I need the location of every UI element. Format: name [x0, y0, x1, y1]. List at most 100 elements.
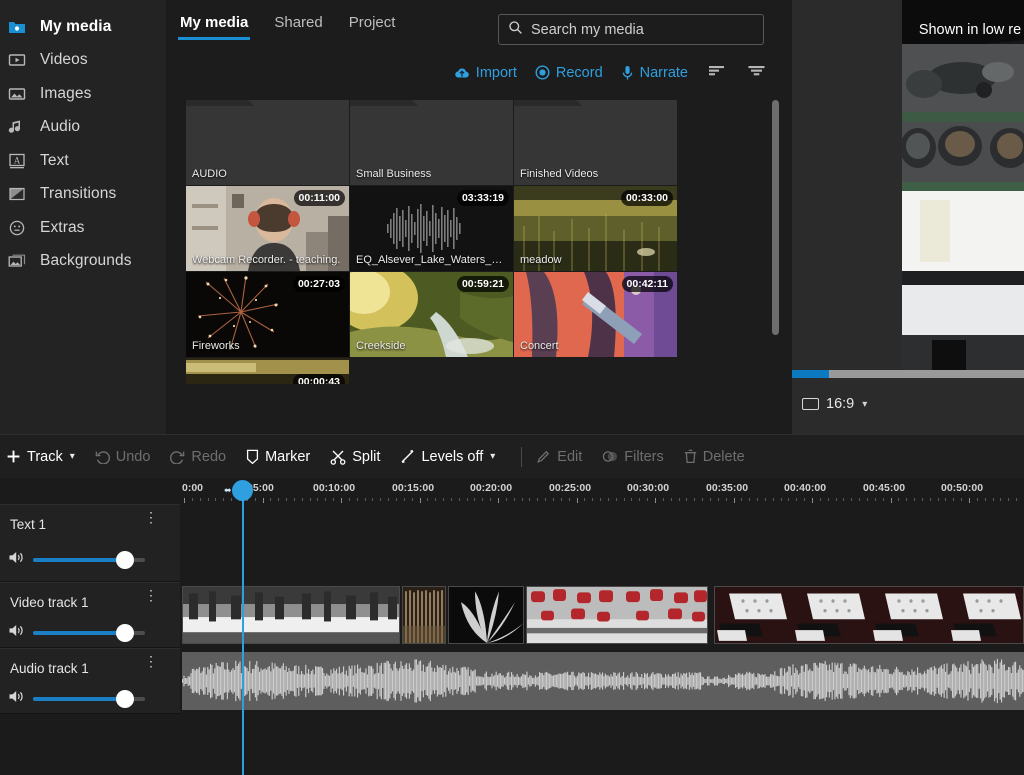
track-header-audio-1[interactable]: Audio track 1 ⋮	[0, 648, 180, 714]
media-item-folder[interactable]: Finished Videos	[514, 100, 677, 185]
media-item-name: Concert	[520, 340, 559, 352]
record-button[interactable]: Record	[535, 65, 603, 81]
media-item-name: EQ_Alsever_Lake_Waters_Edge_...	[356, 254, 506, 266]
volume-knob[interactable]	[115, 690, 134, 708]
microphone-icon	[621, 65, 634, 81]
tab-my-media[interactable]: My media	[177, 14, 251, 40]
ruler-tick: 00:25:00	[549, 482, 592, 494]
track-name: Video track 1	[10, 595, 89, 610]
narrate-button[interactable]: Narrate	[621, 65, 688, 81]
ruler-tick: 00:20:00	[470, 482, 513, 494]
svg-text:A: A	[14, 155, 21, 165]
ruler-tick: 0:00	[182, 482, 204, 494]
video-clip[interactable]	[182, 586, 400, 644]
media-item-folder[interactable]: AUDIO	[186, 100, 349, 185]
speaker-icon[interactable]	[8, 623, 25, 643]
kebab-menu-icon[interactable]: ⋮	[144, 510, 158, 524]
clip-frame	[618, 587, 707, 643]
preview-video[interactable]: Shown in low re	[902, 0, 1024, 370]
folder-tab	[514, 100, 576, 106]
aspect-ratio-icon	[802, 398, 819, 410]
media-scrollbar[interactable]	[772, 100, 779, 335]
track-header-text-1[interactable]: Text 1 ⋮	[0, 504, 180, 582]
sidebar-item-backgrounds[interactable]: Backgrounds	[0, 245, 166, 279]
tab-project[interactable]: Project	[349, 14, 396, 40]
toolbar-label: Levels off	[421, 448, 484, 465]
sidebar-item-label: Transitions	[40, 185, 117, 203]
clip-frame	[449, 587, 523, 643]
track-body-video-1[interactable]	[180, 582, 1024, 648]
media-item-duration: 00:59:21	[456, 276, 509, 292]
search-input[interactable]: Search my media	[498, 14, 764, 45]
volume-slider[interactable]	[33, 551, 145, 569]
filter-funnel-icon[interactable]	[747, 63, 766, 82]
sidebar-item-text[interactable]: A Text	[0, 144, 166, 178]
media-item-video[interactable]: 00:42:11 Concert	[514, 272, 677, 357]
preview-progress-bar[interactable]	[792, 370, 1024, 378]
video-clip[interactable]	[526, 586, 708, 644]
volume-knob[interactable]	[115, 624, 134, 642]
sidebar-item-audio[interactable]: Audio	[0, 111, 166, 145]
ruler-tick: 00:10:00	[313, 482, 356, 494]
volume-slider[interactable]	[33, 690, 145, 708]
sidebar-item-transitions[interactable]: Transitions	[0, 178, 166, 212]
kebab-menu-icon[interactable]: ⋮	[144, 588, 158, 602]
edit-button[interactable]: Edit	[536, 449, 582, 465]
delete-button[interactable]: Delete	[684, 449, 745, 465]
add-track-button[interactable]: Track ▾	[6, 449, 75, 465]
volume-slider[interactable]	[33, 624, 145, 642]
media-item-video[interactable]: 00:27:03 Fireworks	[186, 272, 349, 357]
search-icon	[508, 20, 523, 40]
undo-button[interactable]: Undo	[95, 448, 151, 465]
playhead-handle[interactable]: ⬌	[224, 480, 253, 501]
sidebar-item-extras[interactable]: Extras	[0, 211, 166, 245]
media-item-video[interactable]: 00:33:00 meadow	[514, 186, 677, 271]
redo-icon	[170, 449, 185, 464]
volume-knob[interactable]	[115, 551, 134, 569]
video-clip[interactable]	[448, 586, 524, 644]
track-body-text-1[interactable]	[180, 504, 1024, 582]
speaker-icon[interactable]	[8, 689, 25, 709]
toolbar-label: Undo	[115, 448, 151, 465]
track-body-audio-1[interactable]	[180, 648, 1024, 714]
sidebar-item-images[interactable]: Images	[0, 77, 166, 111]
video-clip[interactable]	[402, 586, 446, 644]
filters-button[interactable]: Filters	[602, 449, 664, 465]
clip-frame	[292, 587, 399, 643]
media-item-name: Fireworks	[192, 340, 240, 352]
track-header-video-1[interactable]: Video track 1 ⋮	[0, 582, 180, 648]
media-row: 00:27:03 Fireworks 00:59:21 Creekside 00…	[186, 272, 746, 357]
media-tabs: My media Shared Project	[177, 14, 396, 40]
media-item-video[interactable]: 00:00:43	[186, 358, 349, 384]
media-action-bar: Import Record Narrate	[454, 63, 766, 82]
media-item-video[interactable]: 00:59:21 Creekside	[350, 272, 513, 357]
speaker-icon[interactable]	[8, 550, 25, 570]
media-item-name: Webcam Recorder. - teaching.	[192, 254, 341, 266]
aspect-ratio-selector[interactable]: 16:9 ▾	[802, 396, 867, 412]
media-item-name: Small Business	[356, 168, 432, 180]
sidebar-item-my-media[interactable]: My media	[0, 10, 166, 44]
timeline-ruler[interactable]: 0:00 05:00 00:10:00 00:15:00 00:20:00 00…	[180, 478, 1024, 504]
video-clip[interactable]	[714, 586, 1024, 644]
ruler-tick: 00:40:00	[784, 482, 827, 494]
media-item-audio[interactable]: 03:33:19 EQ_Alsever_Lake_Waters_Edge_...	[350, 186, 513, 271]
sidebar: My media Videos Images Audio A Text Tran…	[0, 0, 166, 434]
chevron-down-icon: ▾	[69, 451, 75, 462]
marker-button[interactable]: Marker	[246, 449, 310, 465]
sidebar-item-videos[interactable]: Videos	[0, 44, 166, 78]
ruler-tick: 00:30:00	[627, 482, 670, 494]
media-item-video[interactable]: 00:11:00 Webcam Recorder. - teaching.	[186, 186, 349, 271]
split-icon	[330, 449, 346, 465]
levels-button[interactable]: Levels off ▾	[400, 449, 495, 465]
tab-shared[interactable]: Shared	[274, 14, 322, 40]
audio-clip[interactable]	[182, 652, 1024, 710]
split-button[interactable]: Split	[330, 449, 380, 465]
media-item-name: AUDIO	[192, 168, 227, 180]
redo-button[interactable]: Redo	[170, 449, 226, 465]
media-item-duration: 00:42:11	[621, 276, 673, 292]
kebab-menu-icon[interactable]: ⋮	[144, 654, 158, 668]
sort-icon[interactable]	[708, 63, 727, 82]
track-name: Text 1	[10, 517, 47, 532]
import-button[interactable]: Import	[454, 65, 517, 81]
media-item-folder[interactable]: Small Business	[350, 100, 513, 185]
